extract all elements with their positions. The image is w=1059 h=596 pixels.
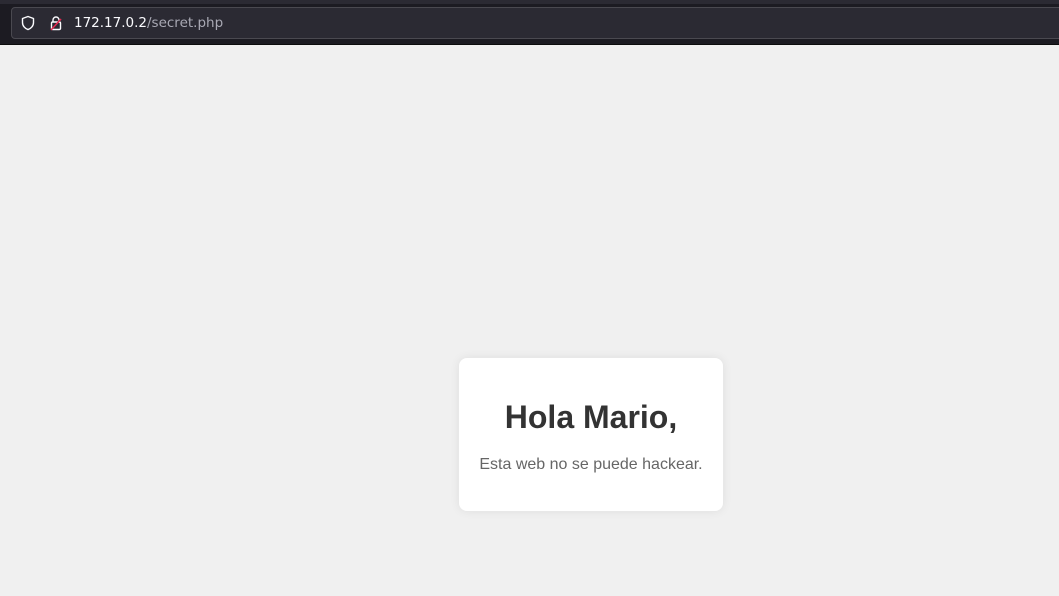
address-bar[interactable]: 172.17.0.2/secret.php [11, 7, 1059, 39]
browser-toolbar: 172.17.0.2/secret.php [0, 0, 1059, 45]
shield-icon[interactable] [20, 15, 36, 31]
lock-icon[interactable] [48, 15, 64, 31]
tab-strip-edge [0, 0, 1059, 4]
message-card: Hola Mario, Esta web no se puede hackear… [459, 358, 723, 511]
url-host: 172.17.0.2 [74, 15, 147, 31]
url-path: /secret.php [147, 15, 224, 31]
page-message: Esta web no se puede hackear. [479, 456, 703, 473]
page-viewport: Hola Mario, Esta web no se puede hackear… [0, 45, 1059, 596]
url-text[interactable]: 172.17.0.2/secret.php [74, 15, 223, 31]
page-heading: Hola Mario, [504, 399, 678, 435]
